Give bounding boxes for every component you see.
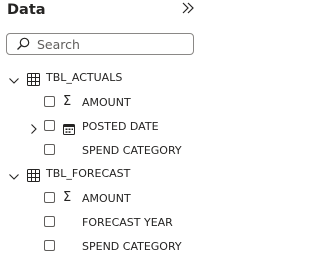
field-item-spend-category[interactable]: SPEND CATEGORY xyxy=(0,235,202,257)
table-name: TBL_FORECAST xyxy=(46,167,131,180)
field-item-posted-date[interactable]: POSTED DATE xyxy=(0,115,202,137)
chevron-down-icon[interactable] xyxy=(8,72,20,84)
table-item-tbl-actuals[interactable]: TBL_ACTUALS xyxy=(0,67,202,89)
table-icon xyxy=(27,71,40,86)
field-label: FORECAST YEAR xyxy=(82,216,173,229)
chevron-right-icon[interactable] xyxy=(28,120,40,134)
table-name: TBL_ACTUALS xyxy=(46,71,123,84)
field-checkbox[interactable] xyxy=(44,192,55,203)
field-item-spend-category[interactable]: SPEND CATEGORY xyxy=(0,139,202,161)
field-item-amount[interactable]: Σ AMOUNT xyxy=(0,91,202,113)
pane-title: Data xyxy=(7,2,46,18)
sigma-icon: Σ xyxy=(63,94,72,109)
sigma-icon: Σ xyxy=(63,190,72,205)
search-input[interactable] xyxy=(37,35,187,53)
chevron-down-icon[interactable] xyxy=(8,168,20,180)
field-label: SPEND CATEGORY xyxy=(82,240,182,253)
field-checkbox[interactable] xyxy=(44,144,55,155)
field-checkbox[interactable] xyxy=(44,216,55,227)
field-item-amount[interactable]: Σ AMOUNT xyxy=(0,187,202,209)
field-label: AMOUNT xyxy=(82,96,131,109)
field-checkbox[interactable] xyxy=(44,240,55,251)
field-checkbox[interactable] xyxy=(44,120,55,131)
data-pane-header: Data xyxy=(0,0,202,24)
field-item-forecast-year[interactable]: FORECAST YEAR xyxy=(0,211,202,233)
calendar-icon xyxy=(63,120,75,135)
field-label: AMOUNT xyxy=(82,192,131,205)
field-label: POSTED DATE xyxy=(82,120,159,133)
search-box[interactable] xyxy=(6,33,194,55)
double-chevron-right-icon[interactable] xyxy=(180,0,196,16)
table-icon xyxy=(27,167,40,182)
search-icon xyxy=(15,36,31,52)
field-checkbox[interactable] xyxy=(44,96,55,107)
field-label: SPEND CATEGORY xyxy=(82,144,182,157)
table-item-tbl-forecast[interactable]: TBL_FORECAST xyxy=(0,163,202,185)
